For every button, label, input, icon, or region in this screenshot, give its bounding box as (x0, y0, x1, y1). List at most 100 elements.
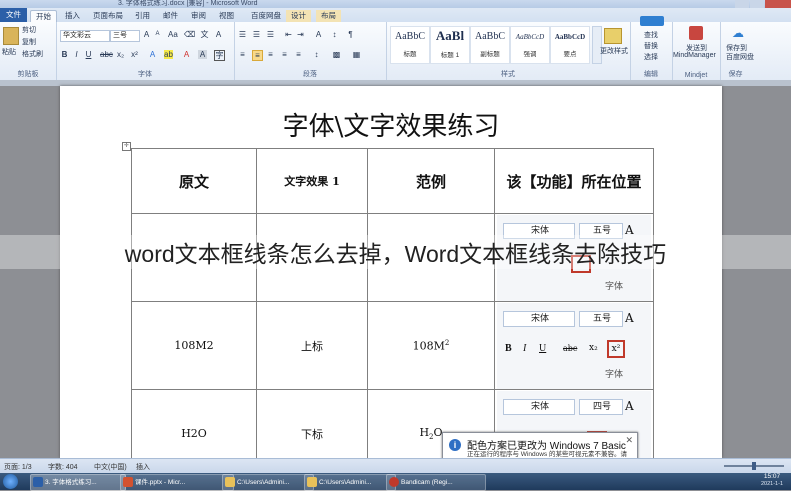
cloud-save-icon[interactable]: ☁ (732, 26, 746, 40)
shrink-font-icon[interactable]: A (153, 30, 162, 39)
table-move-handle[interactable]: ✛ (122, 142, 131, 151)
taskbar-item-powerpoint[interactable]: 课件.pptx - Micr... (120, 474, 234, 491)
taskbar-item-explorer[interactable]: C:\Users\Admini... (304, 474, 396, 491)
taskbar-item-word[interactable]: 3. 字体格式练习... (30, 474, 126, 491)
style-name: 要点 (563, 51, 577, 58)
superscript-icon[interactable]: x² (130, 50, 139, 59)
tab-view[interactable]: 视图 (214, 10, 239, 22)
bandicam-icon (389, 477, 399, 487)
borders-icon[interactable]: ▦ (352, 50, 361, 59)
grow-font-icon[interactable]: A (142, 30, 151, 39)
underline-icon[interactable]: U (84, 50, 93, 59)
table-header-row: 原文 文字效果 1 范例 该【功能】所在位置 (131, 148, 654, 214)
font-name-select[interactable]: 华文彩云 (60, 30, 110, 42)
font-size-select[interactable]: 三号 (110, 30, 140, 42)
italic-icon[interactable]: I (72, 50, 81, 59)
change-case-icon[interactable]: Aa (168, 30, 178, 39)
zoom-thumb[interactable] (752, 462, 756, 470)
multilevel-list-icon[interactable]: ☰ (266, 30, 275, 39)
tab-baidu[interactable]: 百度网盘 (246, 10, 286, 22)
tab-review[interactable]: 审阅 (186, 10, 211, 22)
change-styles-label[interactable]: 更改样式 (600, 46, 628, 56)
tab-layout[interactable]: 布局 (316, 10, 341, 22)
subscript-icon[interactable]: x₂ (116, 50, 125, 59)
style-strong[interactable]: AaBbCcD 要点 (550, 26, 590, 64)
cell-effect[interactable]: 上标 (256, 301, 368, 390)
select-button[interactable]: 选择 (644, 52, 658, 62)
decrease-indent-icon[interactable]: ⇤ (284, 30, 293, 39)
font-color-icon[interactable]: A (182, 50, 191, 59)
save-label: 保存 (728, 71, 743, 78)
copy-button[interactable]: 复制 (22, 37, 36, 47)
change-styles-icon[interactable] (604, 28, 622, 44)
increase-indent-icon[interactable]: ⇥ (296, 30, 305, 39)
tab-references[interactable]: 引用 (130, 10, 155, 22)
close-icon[interactable]: ✕ (625, 435, 633, 446)
folder-icon (307, 477, 317, 487)
align-left-icon[interactable]: ≡ (238, 50, 247, 59)
cell-location[interactable]: 宋体 五号 A B I U abc x₂ x² 字体 (494, 301, 654, 390)
minimize-button[interactable] (735, 0, 749, 8)
taskbar-item-bandicam[interactable]: Bandicam (Regi... (386, 474, 486, 491)
close-button[interactable] (765, 0, 791, 8)
replace-button[interactable]: 替换 (644, 41, 658, 51)
header-effect: 文字效果 1 (256, 148, 368, 214)
maximize-button[interactable] (750, 0, 764, 8)
style-subtitle[interactable]: AaBbC 副标题 (470, 26, 510, 64)
status-bar: 页面: 1/3 字数: 404 中文(中国) 插入 (0, 458, 791, 474)
start-button[interactable] (3, 474, 18, 489)
highlight-icon[interactable]: ab (164, 50, 173, 59)
justify-icon[interactable]: ≡ (280, 50, 289, 59)
char-shading-icon[interactable]: A (198, 50, 207, 59)
paste-label[interactable]: 粘贴 (2, 47, 16, 57)
style-emphasis[interactable]: AaBbCcD 强调 (510, 26, 550, 64)
numbering-icon[interactable]: ☰ (252, 30, 261, 39)
style-title[interactable]: AaBbC 标题 (390, 26, 430, 64)
char-border-icon[interactable]: A (214, 30, 223, 39)
align-center-icon[interactable]: ≡ (252, 50, 263, 61)
tab-insert[interactable]: 插入 (60, 10, 85, 22)
cut-button[interactable]: 剪切 (22, 25, 36, 35)
sort-icon[interactable]: ↕ (330, 30, 339, 39)
strikethrough-icon[interactable]: abc (100, 50, 113, 59)
baidu-cloud-icon[interactable] (640, 16, 664, 26)
style-heading1[interactable]: AaBl 标题 1 (430, 26, 470, 64)
mindmanager-icon[interactable] (689, 26, 703, 40)
tab-file[interactable]: 文件 (0, 8, 27, 22)
mindmanager-label[interactable]: MindManager (673, 52, 716, 59)
line-spacing-icon[interactable]: ↕ (312, 50, 321, 59)
exercise-table: 原文 文字效果 1 范例 该【功能】所在位置 宋体 五号 A 字体 108M2 … (131, 148, 654, 478)
baidu-pan-label[interactable]: 百度网盘 (726, 52, 754, 62)
word-count[interactable]: 字数: 404 (48, 462, 78, 472)
cell-original[interactable]: 108M2 (131, 301, 257, 390)
text-effects-icon[interactable]: A (148, 50, 157, 59)
format-painter-button[interactable]: 格式刷 (22, 49, 43, 59)
styles-scroll[interactable] (592, 26, 602, 64)
show-marks-icon[interactable]: ¶ (346, 30, 355, 39)
chinese-layout-icon[interactable]: A (314, 30, 323, 39)
clock-date[interactable]: 2021-1-1 (754, 481, 790, 487)
enclose-char-icon[interactable]: 字 (214, 50, 225, 61)
tab-page-layout[interactable]: 页面布局 (88, 10, 128, 22)
page-count[interactable]: 页面: 1/3 (4, 462, 32, 472)
taskbar-item-explorer[interactable]: C:\Users\Admini... (222, 474, 314, 491)
cell-example[interactable]: 108M2 (367, 301, 495, 390)
phonetic-icon[interactable]: 文 (200, 30, 209, 39)
panel-size-combo: 五号 (579, 310, 623, 327)
overlay-caption: word文本框线条怎么去掉，Word文本框线条去除技巧 (0, 235, 791, 269)
language[interactable]: 中文(中国) (94, 462, 127, 472)
bold-icon[interactable]: B (60, 50, 69, 59)
clock-time[interactable]: 15:07 (754, 473, 790, 480)
document-page[interactable]: 字体\文字效果练习 ✛ 原文 文字效果 1 范例 该【功能】所在位置 宋体 五号… (60, 86, 722, 478)
table-row: 108M2 上标 108M2 宋体 五号 A B I U abc x₂ x² 字… (131, 301, 654, 390)
find-button[interactable]: 查找 (644, 30, 658, 40)
tab-mailings[interactable]: 邮件 (158, 10, 183, 22)
tab-design[interactable]: 设计 (286, 10, 311, 22)
distribute-icon[interactable]: ≡ (294, 50, 303, 59)
align-right-icon[interactable]: ≡ (266, 50, 275, 59)
bullets-icon[interactable]: ☰ (238, 30, 247, 39)
paste-icon[interactable] (3, 27, 19, 45)
clear-format-icon[interactable]: ⌫ (184, 30, 195, 39)
shading-icon[interactable]: ▩ (332, 50, 341, 59)
insert-mode[interactable]: 插入 (136, 462, 150, 472)
